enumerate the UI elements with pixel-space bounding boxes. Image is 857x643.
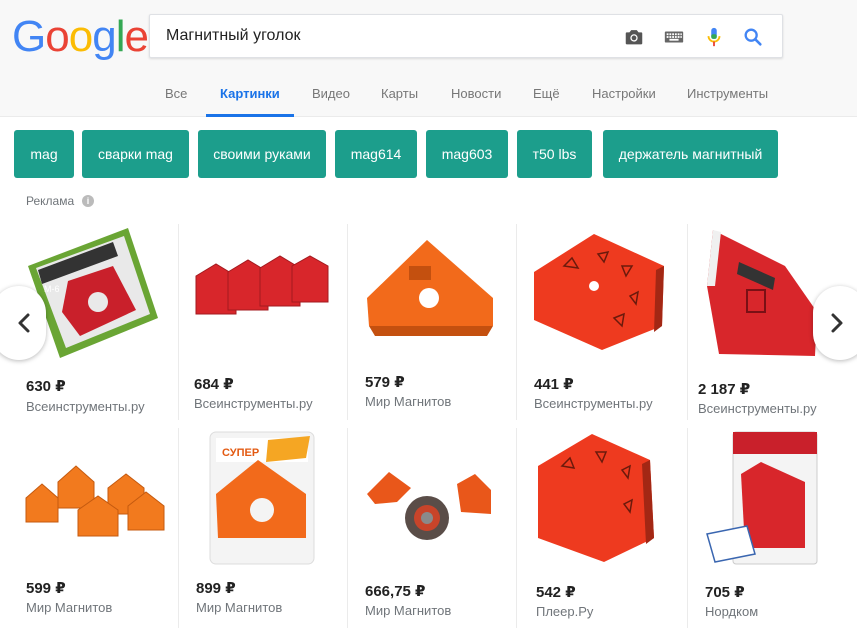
search-icon[interactable] <box>742 26 764 48</box>
search-box <box>149 14 783 58</box>
product-price: 705 ₽ <box>705 584 745 601</box>
product-store: Всеинструменты.ру <box>26 399 145 414</box>
carousel-next-button[interactable] <box>813 286 857 360</box>
product-card[interactable]: 684 ₽ Всеинструменты.ру <box>188 226 338 416</box>
carousel-prev-button[interactable] <box>0 286 46 360</box>
product-price: 899 ₽ <box>196 580 236 597</box>
chip-derzhatel-magnitny[interactable]: держатель магнитный <box>603 130 778 178</box>
divider <box>347 428 348 628</box>
search-input[interactable] <box>166 15 606 57</box>
google-logo[interactable]: Google <box>12 12 149 61</box>
logo-letter: o <box>68 12 94 61</box>
product-price: 666,75 ₽ <box>365 583 426 600</box>
divider <box>687 428 688 628</box>
chip-svoimi-rukami[interactable]: своими руками <box>198 130 326 178</box>
tab-maps[interactable]: Карты <box>381 86 418 101</box>
logo-letter: o <box>45 12 70 61</box>
chip-t50-lbs[interactable]: т50 lbs <box>517 130 592 178</box>
product-store: Плеер.Ру <box>536 604 594 619</box>
product-image <box>706 431 818 565</box>
product-image <box>534 234 664 350</box>
tab-images[interactable]: Картинки <box>220 86 280 101</box>
ad-label: Реклама <box>26 194 75 208</box>
product-image <box>538 434 654 562</box>
product-price: 441 ₽ <box>534 376 574 393</box>
product-image <box>195 255 329 315</box>
chip-mag614[interactable]: mag614 <box>335 130 417 178</box>
divider <box>347 224 348 420</box>
divider <box>687 224 688 420</box>
divider <box>516 224 517 420</box>
product-price: 599 ₽ <box>26 580 66 597</box>
product-store: Мир Магнитов <box>365 394 452 409</box>
product-image <box>25 465 165 537</box>
active-tab-indicator <box>206 114 294 117</box>
product-store: Мир Магнитов <box>365 603 452 618</box>
product-store: Всеинструменты.ру <box>194 396 313 411</box>
product-card[interactable]: СУПЕР 899 ₽ Мир Магнитов <box>188 430 338 625</box>
svg-text:M-6: M-6 <box>44 284 60 294</box>
product-price: 579 ₽ <box>365 374 405 391</box>
info-icon[interactable]: i <box>82 195 94 207</box>
tab-tools[interactable]: Инструменты <box>687 86 768 101</box>
product-image <box>367 240 493 336</box>
product-image: СУПЕР <box>209 431 315 565</box>
logo-letter: G <box>12 12 46 61</box>
product-card[interactable]: 542 ₽ Плеер.Ру <box>526 430 676 625</box>
product-store: Всеинструменты.ру <box>534 396 653 411</box>
camera-icon[interactable] <box>623 26 645 48</box>
mic-icon[interactable] <box>703 26 725 48</box>
keyboard-icon[interactable] <box>663 26 685 48</box>
product-price: 630 ₽ <box>26 378 66 395</box>
product-store: Нордком <box>705 604 759 619</box>
divider <box>178 428 179 628</box>
chevron-right-icon <box>831 313 843 333</box>
product-card[interactable]: 579 ₽ Мир Магнитов <box>357 226 507 416</box>
chevron-left-icon <box>18 313 30 333</box>
chip-mag[interactable]: mag <box>14 130 74 178</box>
product-store: Мир Магнитов <box>196 600 283 615</box>
header: Google Вс <box>0 0 857 117</box>
product-price: 2 187 ₽ <box>698 381 751 398</box>
divider <box>516 428 517 628</box>
product-price: 684 ₽ <box>194 376 234 393</box>
tab-all[interactable]: Все <box>165 86 187 101</box>
product-card[interactable]: 705 ₽ Нордком <box>697 430 847 625</box>
tab-news[interactable]: Новости <box>451 86 501 101</box>
chip-svarki-mag[interactable]: сварки mag <box>82 130 189 178</box>
product-store: Всеинструменты.ру <box>698 401 817 416</box>
svg-text:СУПЕР: СУПЕР <box>222 447 259 459</box>
tab-video[interactable]: Видео <box>312 86 350 101</box>
tab-settings[interactable]: Настройки <box>592 86 656 101</box>
logo-letter: g <box>92 12 117 61</box>
product-store: Мир Магнитов <box>26 600 113 615</box>
product-image <box>367 472 491 540</box>
product-card[interactable]: 599 ₽ Мир Магнитов <box>18 430 168 625</box>
product-card[interactable]: 666,75 ₽ Мир Магнитов <box>357 430 507 625</box>
tab-more[interactable]: Ещё <box>533 86 560 101</box>
divider <box>178 224 179 420</box>
product-card[interactable]: 441 ₽ Всеинструменты.ру <box>526 226 676 416</box>
tab-bar: Все Картинки Видео Карты Новости Ещё Нас… <box>0 78 857 117</box>
product-price: 542 ₽ <box>536 584 576 601</box>
chip-mag603[interactable]: mag603 <box>426 130 508 178</box>
logo-letter: e <box>124 12 149 61</box>
